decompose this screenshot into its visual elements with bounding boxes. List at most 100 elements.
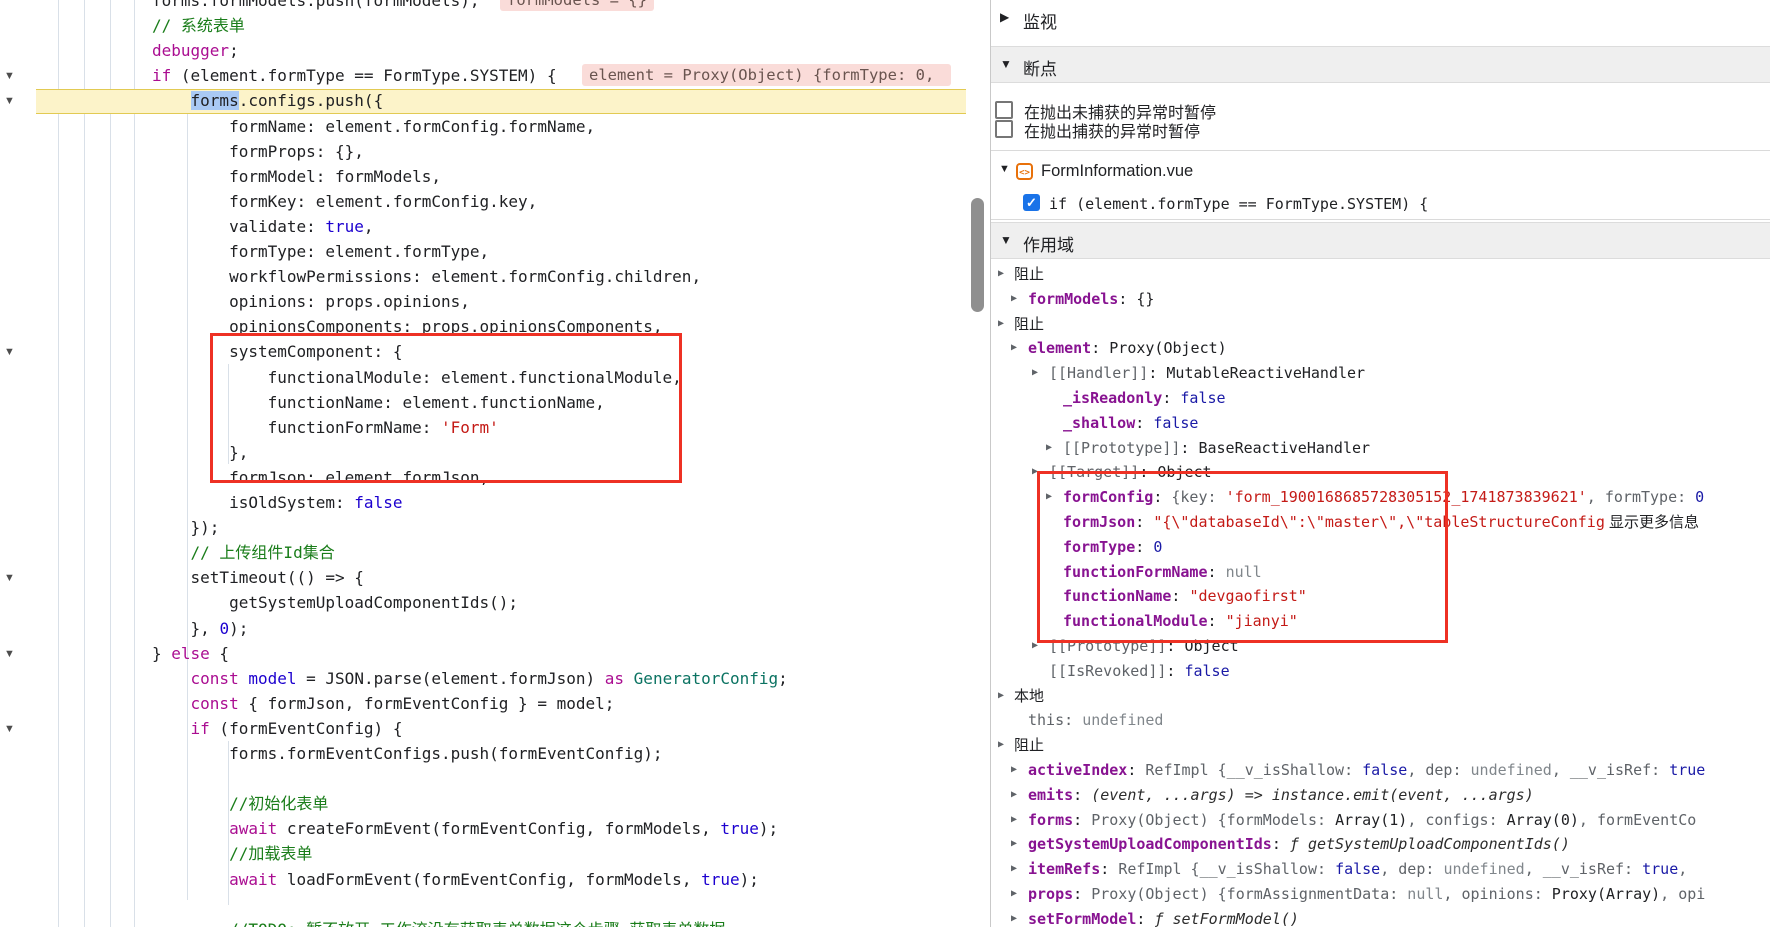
chevron-down-icon[interactable]: ▼ (1000, 233, 1012, 247)
code-line[interactable]: formJson: element.formJson, (0, 465, 966, 490)
code-line[interactable]: await createFormEvent(formEventConfig, f… (0, 816, 966, 841)
tree-expand-arrow-icon[interactable]: ▶ (998, 733, 1004, 757)
code-fold-arrow-icon[interactable]: ▼ (4, 346, 15, 358)
code-line[interactable]: }, (0, 440, 966, 465)
pause-caught-exceptions-label: 在抛出捕获的异常时暂停 (1024, 118, 1200, 142)
code-line[interactable]: functionFormName: 'Form' (0, 415, 966, 440)
scope-row[interactable]: ▶本地 (991, 684, 1770, 708)
pause-uncaught-exceptions-checkbox[interactable] (995, 101, 1013, 119)
code-line[interactable]: formModel: formModels, (0, 164, 966, 189)
code-line[interactable]: }, 0); (0, 616, 966, 641)
scope-row[interactable]: ▶阻止 (991, 312, 1770, 336)
scope-row[interactable]: ▶[[Handler]]: MutableReactiveHandler (991, 361, 1770, 385)
code-line[interactable]: debugger; (0, 38, 966, 63)
scope-row[interactable]: ▶itemRefs: RefImpl {__v_isShallow: false… (991, 857, 1770, 881)
code-line[interactable]: //加载表单 (0, 841, 966, 866)
scope-row[interactable]: ▶getSystemUploadComponentIds: ƒ getSyste… (991, 832, 1770, 856)
scope-row[interactable]: formType: 0 (991, 535, 1770, 559)
tree-expand-arrow-icon[interactable]: ▶ (1011, 907, 1017, 927)
scope-row[interactable]: ▶formConfig: {key: 'form_190016868572830… (991, 485, 1770, 509)
scope-row[interactable]: _isReadonly: false (991, 386, 1770, 410)
tree-expand-arrow-icon[interactable]: ▶ (998, 262, 1004, 286)
code-line[interactable]: //TODO: 暂不放开,工作流没有获取表单数据这个步骤,获取表单数据 (0, 917, 966, 927)
code-line[interactable]: getSystemUploadComponentIds(); (0, 590, 966, 615)
code-line[interactable]: forms.configs.push({ (0, 88, 966, 113)
code-line[interactable]: setTimeout(() => { (0, 565, 966, 590)
tree-expand-arrow-icon[interactable]: ▶ (1032, 634, 1038, 658)
tree-expand-arrow-icon[interactable]: ▶ (1011, 783, 1017, 807)
code-fold-arrow-icon[interactable]: ▼ (4, 723, 15, 735)
tree-expand-arrow-icon[interactable]: ▶ (1011, 832, 1017, 856)
tree-expand-arrow-icon[interactable]: ▶ (1011, 287, 1017, 311)
code-line[interactable]: // 系统表单 (0, 13, 966, 38)
scope-row[interactable]: ▶[[Target]]: Object (991, 460, 1770, 484)
code-line[interactable]: isOldSystem: false (0, 490, 966, 515)
scope-section-header[interactable]: ▼ 作用域 (991, 222, 1770, 259)
scope-row[interactable]: _shallow: false (991, 411, 1770, 435)
code-fold-arrow-icon[interactable]: ▼ (4, 648, 15, 660)
chevron-down-icon[interactable]: ▼ (1000, 57, 1012, 71)
scope-row[interactable]: ▶props: Proxy(Object) {formAssignmentDat… (991, 882, 1770, 906)
code-line[interactable]: functionalModule: element.functionalModu… (0, 365, 966, 390)
tree-expand-arrow-icon[interactable]: ▶ (1032, 460, 1038, 484)
code-fold-arrow-icon[interactable]: ▼ (4, 70, 15, 82)
breakpoint-enabled-checkbox[interactable]: ✓ (1023, 194, 1040, 211)
tree-expand-arrow-icon[interactable]: ▶ (1011, 336, 1017, 360)
code-line[interactable]: //初始化表单 (0, 791, 966, 816)
code-line[interactable]: functionName: element.functionName, (0, 390, 966, 415)
scope-row[interactable]: ▶forms: Proxy(Object) {formModels: Array… (991, 808, 1770, 832)
tree-expand-arrow-icon[interactable]: ▶ (1011, 758, 1017, 782)
code-line[interactable] (0, 892, 966, 917)
code-line[interactable]: formName: element.formConfig.formName, (0, 114, 966, 139)
code-line[interactable]: validate: true, (0, 214, 966, 239)
chevron-down-icon[interactable]: ▼ (999, 163, 1010, 175)
code-line[interactable]: await loadFormEvent(formEventConfig, for… (0, 867, 966, 892)
scope-row[interactable]: functionalModule: "jianyi" (991, 609, 1770, 633)
scope-row[interactable]: ▶activeIndex: RefImpl {__v_isShallow: fa… (991, 758, 1770, 782)
code-line[interactable]: systemComponent: { (0, 339, 966, 364)
tree-expand-arrow-icon[interactable]: ▶ (1011, 882, 1017, 906)
code-line[interactable]: const { formJson, formEventConfig } = mo… (0, 691, 966, 716)
tree-expand-arrow-icon[interactable]: ▶ (998, 684, 1004, 708)
chevron-right-icon[interactable]: ▶ (1000, 10, 1009, 24)
scope-row[interactable]: ▶阻止 (991, 733, 1770, 757)
breakpoints-section-header[interactable]: ▼ 断点 (991, 46, 1770, 83)
code-line[interactable]: forms.formEventConfigs.push(formEventCon… (0, 741, 966, 766)
code-line[interactable] (0, 766, 966, 791)
tree-expand-arrow-icon[interactable]: ▶ (1032, 361, 1038, 385)
code-line[interactable]: // 上传组件Id集合 (0, 540, 966, 565)
code-line[interactable]: forms.formModels.push(formModels); (0, 0, 966, 13)
code-line[interactable]: workflowPermissions: element.formConfig.… (0, 264, 966, 289)
scope-row[interactable]: ▶阻止 (991, 262, 1770, 286)
scope-row[interactable]: this: undefined (991, 708, 1770, 732)
code-fold-arrow-icon[interactable]: ▼ (4, 95, 15, 107)
tree-expand-arrow-icon[interactable]: ▶ (1011, 808, 1017, 832)
code-line[interactable]: formType: element.formType, (0, 239, 966, 264)
scope-row[interactable]: [[IsRevoked]]: false (991, 659, 1770, 683)
code-line[interactable]: opinions: props.opinions, (0, 289, 966, 314)
code-line[interactable]: formProps: {}, (0, 139, 966, 164)
code-fold-arrow-icon[interactable]: ▼ (4, 572, 15, 584)
code-line[interactable]: if (formEventConfig) { (0, 716, 966, 741)
scope-row[interactable]: ▶[[Prototype]]: Object (991, 634, 1770, 658)
code-line[interactable]: } else { (0, 641, 966, 666)
source-editor[interactable]: forms.formModels.push(formModels);// 系统表… (0, 0, 966, 927)
tree-expand-arrow-icon[interactable]: ▶ (1046, 436, 1052, 460)
scope-row[interactable]: functionName: "devgaofirst" (991, 584, 1770, 608)
pause-caught-exceptions-checkbox[interactable] (995, 120, 1013, 138)
scope-row[interactable]: ▶element: Proxy(Object) (991, 336, 1770, 360)
scope-row[interactable]: ▶emits: (event, ...args) => instance.emi… (991, 783, 1770, 807)
tree-expand-arrow-icon[interactable]: ▶ (1046, 485, 1052, 509)
scope-row[interactable]: ▶[[Prototype]]: BaseReactiveHandler (991, 436, 1770, 460)
code-line[interactable]: const model = JSON.parse(element.formJso… (0, 666, 966, 691)
scope-row[interactable]: ▶formModels: {} (991, 287, 1770, 311)
scope-row[interactable]: functionFormName: null (991, 560, 1770, 584)
code-line[interactable]: }); (0, 515, 966, 540)
scope-row[interactable]: ▶setFormModel: ƒ setFormModel() (991, 907, 1770, 927)
scope-row[interactable]: formJson: "{\"databaseId\":\"master\",\"… (991, 510, 1770, 534)
tree-expand-arrow-icon[interactable]: ▶ (1011, 857, 1017, 881)
code-line[interactable]: formKey: element.formConfig.key, (0, 189, 966, 214)
code-line[interactable]: opinionsComponents: props.opinionsCompon… (0, 314, 966, 339)
tree-expand-arrow-icon[interactable]: ▶ (998, 312, 1004, 336)
editor-scrollbar-thumb[interactable] (971, 198, 984, 312)
